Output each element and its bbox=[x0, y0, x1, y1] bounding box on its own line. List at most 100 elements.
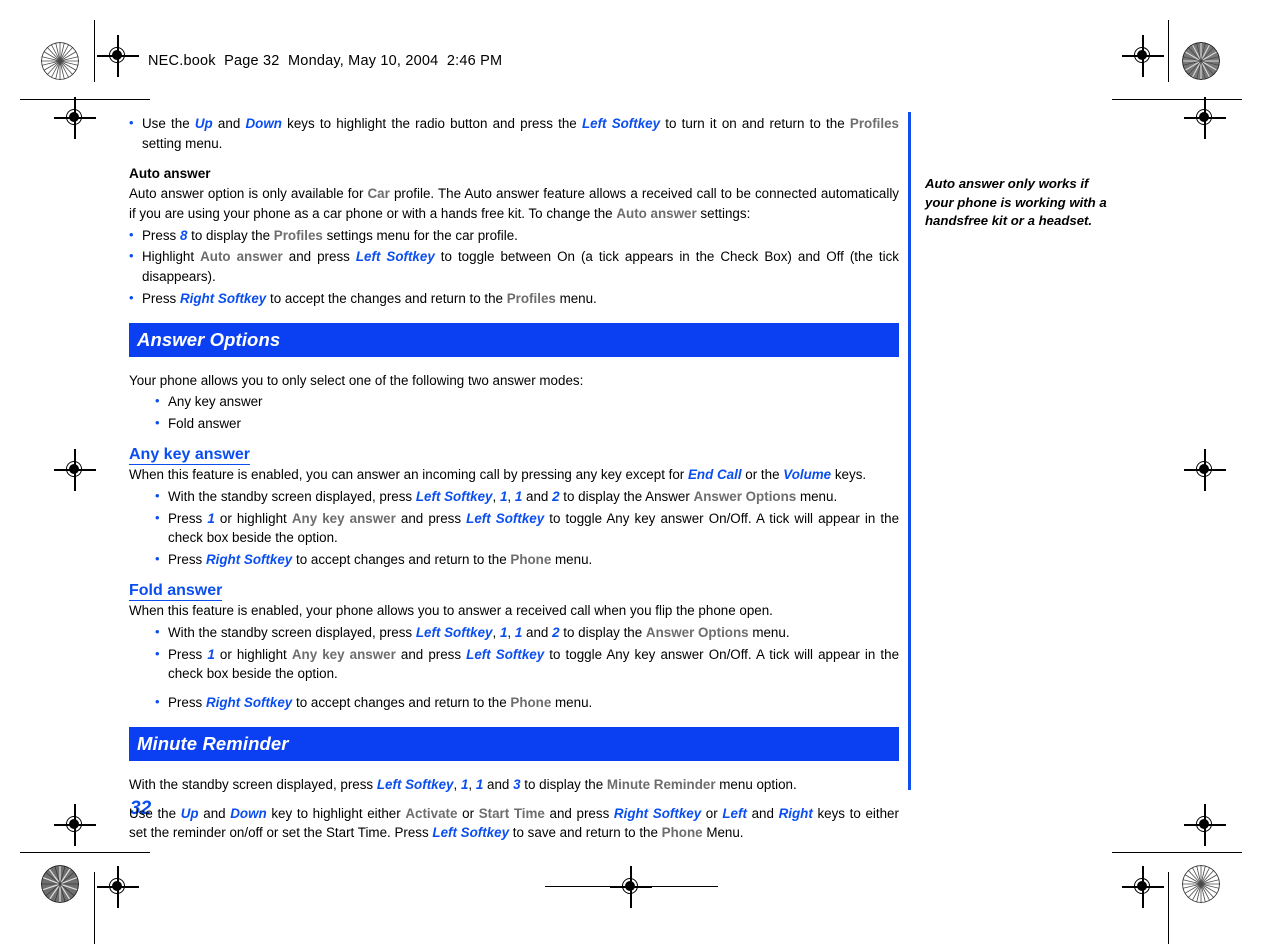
keyword-left-softkey: Left Softkey bbox=[415, 488, 493, 504]
registration-target-left-upper bbox=[54, 97, 96, 139]
keyword-up: Up bbox=[194, 116, 213, 131]
keyword-key-3: 3 bbox=[513, 776, 521, 792]
subheading-any-key-answer: Any key answer bbox=[129, 446, 250, 466]
keyword-answer-options: Answer Options bbox=[693, 488, 797, 504]
text-run: Press bbox=[168, 695, 206, 710]
text-run: Press bbox=[168, 552, 206, 568]
text-run: , bbox=[468, 776, 476, 792]
starburst-mark-top-left bbox=[41, 42, 79, 80]
keyword-end-call: End Call bbox=[688, 467, 742, 483]
keyword-answer-options: Answer Options bbox=[645, 624, 749, 640]
text-run: Use the bbox=[142, 116, 195, 131]
text-run: and bbox=[746, 805, 779, 821]
intro-bullet-list: Use the Up and Down keys to highlight th… bbox=[129, 113, 900, 153]
list-item: With the standby screen displayed, press… bbox=[155, 486, 899, 507]
text-run: Press bbox=[142, 290, 180, 306]
registration-target-right-upper bbox=[1184, 97, 1226, 139]
paragraph-answer-modes-intro: Your phone allows you to only select one… bbox=[129, 372, 584, 388]
text-run: or bbox=[457, 805, 479, 821]
keyword-profiles: Profiles bbox=[506, 290, 556, 306]
any-key-answer-bullet-list: With the standby screen displayed, press… bbox=[155, 486, 899, 570]
list-item: Press 8 to display the Profiles settings… bbox=[129, 225, 899, 246]
keyword-down: Down bbox=[245, 116, 282, 131]
text-run: to display the bbox=[187, 227, 274, 243]
keyword-left-softkey: Left Softkey bbox=[376, 776, 454, 792]
text-run: and press bbox=[395, 646, 467, 662]
list-item: With the standby screen displayed, press… bbox=[155, 622, 899, 643]
auto-answer-bullet-list: Press 8 to display the Profiles settings… bbox=[129, 225, 899, 309]
keyword-any-key-answer: Any key answer bbox=[291, 510, 396, 526]
main-content-column: Use the Up and Down keys to highlight th… bbox=[129, 112, 899, 843]
text-run: , bbox=[492, 488, 500, 504]
text-run: or highlight bbox=[214, 646, 292, 662]
keyword-left-softkey: Left Softkey bbox=[432, 825, 510, 841]
text-run: menu. bbox=[796, 488, 838, 504]
keyword-phone: Phone bbox=[661, 825, 703, 841]
answer-modes-list: Any key answer Fold answer bbox=[155, 391, 899, 434]
paragraph-any-key-answer: When this feature is enabled, you can an… bbox=[129, 465, 899, 485]
text-run: menu. bbox=[555, 290, 597, 306]
text-run: keys to highlight the radio button and p… bbox=[281, 116, 582, 131]
subheading-any-key-answer-wrap: Any key answer bbox=[129, 436, 899, 466]
keyword-volume: Volume bbox=[783, 467, 832, 483]
text-run: , bbox=[507, 624, 515, 640]
crop-rule-bottom-right-horizontal bbox=[1112, 852, 1242, 854]
keyword-right-softkey: Right Softkey bbox=[205, 552, 293, 568]
text-run: keys. bbox=[831, 467, 867, 483]
keyword-left-softkey: Left Softkey bbox=[355, 249, 435, 265]
keyword-left-softkey: Left Softkey bbox=[581, 116, 661, 131]
keyword-right-softkey: Right Softkey bbox=[205, 695, 293, 710]
starburst-mark-bottom-right bbox=[1182, 865, 1220, 903]
keyword-key-2: 2 bbox=[552, 488, 560, 504]
starburst-mark-bottom-left bbox=[41, 865, 79, 903]
text-run: and press bbox=[395, 510, 467, 526]
text-run: and bbox=[483, 776, 514, 792]
text-run: menu. bbox=[748, 624, 790, 640]
text-run: to save and return to the bbox=[509, 825, 662, 841]
list-item: Press Right Softkey to accept changes an… bbox=[155, 549, 899, 570]
registration-target-bottom-right bbox=[1122, 866, 1164, 908]
keyword-phone: Phone bbox=[510, 552, 552, 568]
keyword-left-softkey: Left Softkey bbox=[466, 510, 545, 526]
list-item: Press 1 or highlight Any key answer and … bbox=[155, 644, 899, 684]
keyword-profiles: Profiles bbox=[849, 116, 900, 131]
keyword-down: Down bbox=[230, 805, 267, 821]
text-run: to turn it on and return to the bbox=[660, 116, 850, 131]
crop-rule-bottom-left-horizontal bbox=[20, 852, 150, 854]
section-bar-answer-options: Answer Options bbox=[129, 322, 899, 357]
keyword-right: Right bbox=[778, 805, 813, 821]
crop-rule-bottom-right-vertical bbox=[1168, 872, 1170, 944]
keyword-activate: Activate bbox=[405, 805, 458, 821]
text-run: Menu. bbox=[702, 825, 744, 841]
list-item: Fold answer bbox=[155, 413, 899, 434]
text-run: and press bbox=[282, 249, 356, 265]
keyword-left: Left bbox=[722, 805, 747, 821]
keyword-auto-answer: Auto answer bbox=[200, 249, 283, 265]
crop-rule-top-right-horizontal bbox=[1112, 99, 1242, 101]
text-run: menu. bbox=[551, 552, 593, 568]
text-run: to display the Answer bbox=[559, 488, 694, 504]
keyword-right-softkey: Right Softkey bbox=[613, 805, 702, 821]
page-header-stamp: NEC.book Page 32 Monday, May 10, 2004 2:… bbox=[148, 53, 503, 69]
keyword-key-1: 1 bbox=[207, 510, 215, 526]
text-run: and bbox=[212, 116, 246, 131]
subheading-auto-answer: Auto answer bbox=[129, 166, 211, 182]
text-run: Press bbox=[142, 227, 180, 243]
fold-answer-bullet-list: With the standby screen displayed, press… bbox=[155, 622, 899, 713]
text-run: With the standby screen displayed, press bbox=[168, 624, 416, 640]
text-run: , bbox=[453, 776, 461, 792]
list-item: Press 1 or highlight Any key answer and … bbox=[155, 508, 899, 548]
paragraph-minute-reminder-1: With the standby screen displayed, press… bbox=[129, 775, 899, 795]
text-run: and bbox=[522, 624, 553, 640]
crop-rule-bottom-center-left bbox=[545, 886, 617, 888]
subheading-fold-answer-wrap: Fold answer bbox=[129, 572, 899, 602]
registration-target-top-right bbox=[1122, 35, 1164, 77]
text-run: and bbox=[522, 488, 553, 504]
text-run: setting menu. bbox=[142, 135, 223, 151]
text-run: key to highlight either bbox=[266, 805, 406, 821]
crop-rule-bottom-left-vertical bbox=[94, 872, 96, 944]
keyword-right-softkey: Right Softkey bbox=[179, 290, 267, 306]
list-item: Highlight Auto answer and press Left Sof… bbox=[129, 246, 899, 286]
text-run: When this feature is enabled, you can an… bbox=[129, 467, 688, 483]
registration-target-left-middle bbox=[54, 449, 96, 491]
